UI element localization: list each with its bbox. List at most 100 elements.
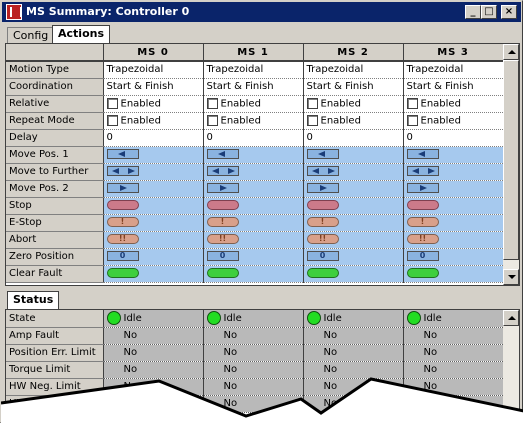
arrows-both-icon[interactable] xyxy=(106,166,139,176)
maximize-button[interactable]: □ xyxy=(481,5,497,19)
state-value: Idle xyxy=(223,313,242,325)
stop-pill-icon[interactable] xyxy=(106,200,139,210)
estop-cell: ! xyxy=(303,214,404,232)
row-delay: Delay 0 0 0 0 xyxy=(6,129,504,147)
motion-type-select[interactable]: Trapezoidal xyxy=(203,61,304,79)
scroll-down-arrow-icon[interactable] xyxy=(503,269,519,285)
delay-input[interactable]: 0 xyxy=(103,129,204,147)
motion-type-select[interactable]: Trapezoidal xyxy=(303,61,404,79)
tab-status[interactable]: Status xyxy=(7,291,60,310)
move-pos1-cell xyxy=(103,146,204,164)
close-button[interactable]: × xyxy=(501,5,517,19)
delay-input[interactable]: 0 xyxy=(203,129,304,147)
abort-cell: !! xyxy=(203,231,304,249)
arrow-right-icon[interactable] xyxy=(306,183,339,193)
relative-cell: Enabled xyxy=(303,95,404,113)
arrow-left-icon[interactable] xyxy=(206,149,239,159)
move-further-cell xyxy=(103,163,204,181)
abort-icon[interactable]: !! xyxy=(206,234,239,244)
state-value: Idle xyxy=(323,313,342,325)
scroll-up-arrow-icon[interactable] xyxy=(503,44,519,60)
arrow-right-icon[interactable] xyxy=(206,183,239,193)
row-label: Move Pos. 2 xyxy=(6,180,104,198)
coordination-select[interactable]: Start & Finish xyxy=(203,78,304,96)
checkbox-label: Enabled xyxy=(120,115,161,127)
repeat-mode-checkbox[interactable] xyxy=(106,114,118,126)
green-pill-icon[interactable] xyxy=(206,268,239,278)
row-stop: Stop xyxy=(6,197,504,215)
zero-cell: 0 xyxy=(203,248,304,266)
relative-checkbox[interactable] xyxy=(206,97,218,109)
zero-icon[interactable]: 0 xyxy=(106,251,139,261)
status-value: No xyxy=(203,344,304,362)
relative-checkbox[interactable] xyxy=(306,97,318,109)
coordination-select[interactable]: Start & Finish xyxy=(303,78,404,96)
delay-input[interactable]: 0 xyxy=(403,129,504,147)
state-cell: Idle xyxy=(103,310,204,328)
abort-icon[interactable]: !! xyxy=(406,234,439,244)
status-value: No xyxy=(203,327,304,345)
minimize-button[interactable]: _ xyxy=(465,5,481,19)
move-pos1-cell xyxy=(203,146,304,164)
arrows-both-icon[interactable] xyxy=(406,166,439,176)
move-pos2-cell xyxy=(303,180,404,198)
arrow-left-icon[interactable] xyxy=(306,149,339,159)
row-clear-fault: Clear Fault xyxy=(6,265,504,283)
green-pill-icon[interactable] xyxy=(306,268,339,278)
estop-icon[interactable]: ! xyxy=(206,217,239,227)
stop-pill-icon[interactable] xyxy=(406,200,439,210)
arrow-left-icon[interactable] xyxy=(406,149,439,159)
row-move-pos2: Move Pos. 2 xyxy=(6,180,504,198)
delay-input[interactable]: 0 xyxy=(303,129,404,147)
row-label: Clear Fault xyxy=(6,265,104,283)
relative-checkbox[interactable] xyxy=(406,97,418,109)
stop-pill-icon[interactable] xyxy=(206,200,239,210)
zero-cell: 0 xyxy=(303,248,404,266)
zero-icon[interactable]: 0 xyxy=(306,251,339,261)
header-row: MS 0 MS 1 MS 2 MS 3 xyxy=(6,44,504,62)
repeat-mode-checkbox[interactable] xyxy=(306,114,318,126)
actions-scrollbar[interactable] xyxy=(503,44,519,285)
arrows-both-icon[interactable] xyxy=(206,166,239,176)
arrow-left-icon[interactable] xyxy=(106,149,139,159)
estop-icon[interactable]: ! xyxy=(406,217,439,227)
row-label: Move to Further xyxy=(6,163,104,181)
arrow-right-icon[interactable] xyxy=(406,183,439,193)
checkbox-label: Enabled xyxy=(320,115,361,127)
arrows-both-icon[interactable] xyxy=(306,166,339,176)
window-title: MS Summary: Controller 0 xyxy=(26,5,190,18)
estop-cell: ! xyxy=(403,214,504,232)
column-header-ms2: MS 2 xyxy=(303,44,404,62)
app-icon xyxy=(6,4,22,20)
motion-type-select[interactable]: Trapezoidal xyxy=(103,61,204,79)
state-value: Idle xyxy=(123,313,142,325)
tab-config[interactable]: Config xyxy=(7,27,55,44)
clear-fault-cell xyxy=(203,265,304,283)
relative-checkbox[interactable] xyxy=(106,97,118,109)
scroll-up-arrow-icon[interactable] xyxy=(503,310,519,326)
estop-icon[interactable]: ! xyxy=(106,217,139,227)
abort-icon[interactable]: !! xyxy=(106,234,139,244)
green-pill-icon[interactable] xyxy=(406,268,439,278)
estop-icon[interactable]: ! xyxy=(306,217,339,227)
zero-icon[interactable]: 0 xyxy=(206,251,239,261)
relative-cell: Enabled xyxy=(403,95,504,113)
estop-cell: ! xyxy=(203,214,304,232)
title-bar[interactable]: MS Summary: Controller 0 _ □ × xyxy=(2,2,521,22)
ms-summary-window: MS Summary: Controller 0 _ □ × Config Ac… xyxy=(0,0,523,424)
repeat-mode-checkbox[interactable] xyxy=(406,114,418,126)
abort-icon[interactable]: !! xyxy=(306,234,339,244)
zero-icon[interactable]: 0 xyxy=(406,251,439,261)
row-label: Repeat Mode xyxy=(6,112,104,130)
motion-type-select[interactable]: Trapezoidal xyxy=(403,61,504,79)
scroll-thumb[interactable] xyxy=(503,60,519,260)
coordination-select[interactable]: Start & Finish xyxy=(403,78,504,96)
repeat-mode-checkbox[interactable] xyxy=(206,114,218,126)
arrow-right-icon[interactable] xyxy=(106,183,139,193)
move-pos1-cell xyxy=(403,146,504,164)
coordination-select[interactable]: Start & Finish xyxy=(103,78,204,96)
tab-actions[interactable]: Actions xyxy=(52,25,110,44)
green-pill-icon[interactable] xyxy=(106,268,139,278)
abort-cell: !! xyxy=(403,231,504,249)
stop-pill-icon[interactable] xyxy=(306,200,339,210)
